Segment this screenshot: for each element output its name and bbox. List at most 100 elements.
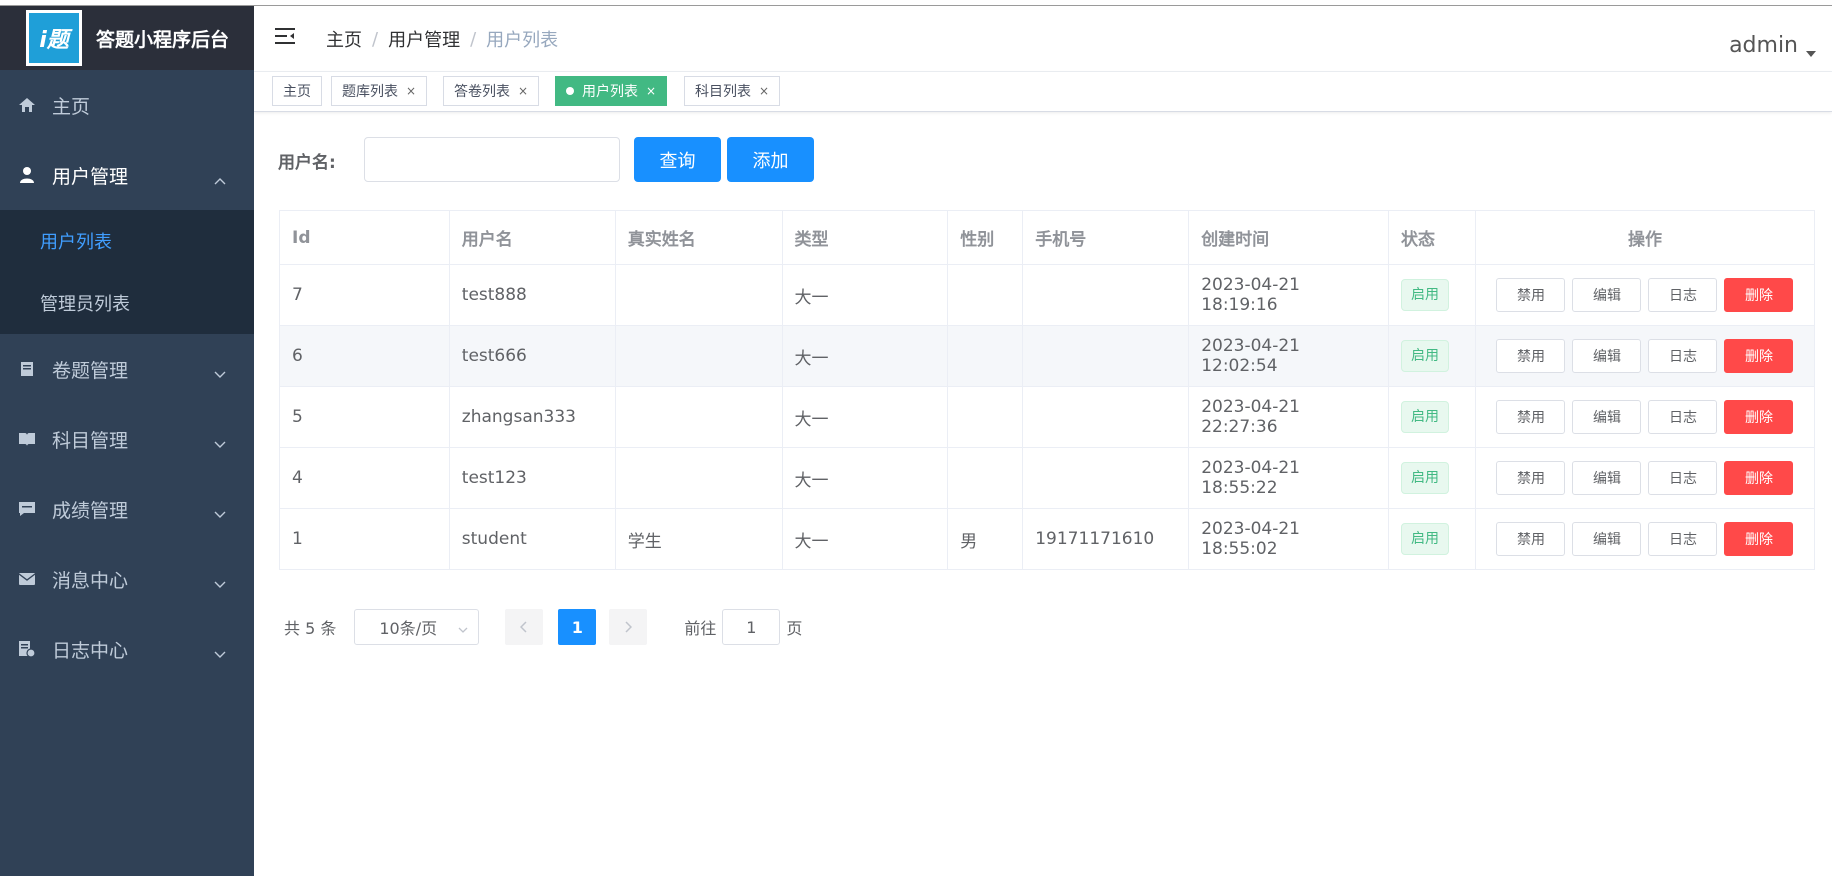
page-suffix: 页 <box>786 619 803 638</box>
log-button[interactable]: 日志 <box>1648 461 1718 495</box>
sidebar-item-paper-management[interactable]: 卷题管理 <box>0 334 254 404</box>
sidebar-item-label: 消息中心 <box>52 569 129 592</box>
sidebar-item-user-management[interactable]: 用户管理 <box>0 140 254 210</box>
cell-phone <box>1022 325 1190 387</box>
tag-answer-sheets[interactable]: 答卷列表 × <box>443 76 540 106</box>
delete-button[interactable]: 删除 <box>1724 461 1794 495</box>
cell-actions: 禁用 编辑 日志 删除 <box>1475 325 1816 387</box>
hamburger-icon[interactable] <box>274 26 296 50</box>
add-button[interactable]: 添加 <box>727 137 814 182</box>
disable-button[interactable]: 禁用 <box>1496 278 1566 312</box>
user-icon <box>16 164 38 186</box>
edit-button[interactable]: 编辑 <box>1572 339 1642 373</box>
tag-user-list[interactable]: 用户列表 × <box>555 76 668 106</box>
cell-username: test888 <box>449 264 616 326</box>
tag-home[interactable]: 主页 <box>272 76 322 106</box>
column-header-created: 创建时间 <box>1188 210 1390 265</box>
active-dot-icon <box>566 87 574 95</box>
cell-id: 7 <box>279 264 450 326</box>
edit-button[interactable]: 编辑 <box>1572 461 1642 495</box>
edit-button[interactable]: 编辑 <box>1572 278 1642 312</box>
column-header-id: Id <box>279 210 450 265</box>
pagination: 共 5 条 10条/页 1 前往 1 页 <box>284 609 802 645</box>
sidebar-item-label: 日志中心 <box>52 639 129 662</box>
sidebar-item-user-list[interactable]: 用户列表 <box>0 210 254 272</box>
chevron-down-icon <box>214 502 226 524</box>
cell-realname <box>615 386 783 448</box>
sidebar-item-home[interactable]: 主页 <box>0 70 254 140</box>
status-badge: 启用 <box>1401 340 1450 372</box>
cell-id: 6 <box>279 325 450 387</box>
query-button[interactable]: 查询 <box>634 137 721 182</box>
page-size-select[interactable]: 10条/页 <box>354 609 480 645</box>
cell-actions: 禁用 编辑 日志 删除 <box>1475 447 1816 509</box>
disable-button[interactable]: 禁用 <box>1496 522 1566 556</box>
edit-button[interactable]: 编辑 <box>1572 522 1642 556</box>
delete-button[interactable]: 删除 <box>1724 339 1794 373</box>
delete-button[interactable]: 删除 <box>1724 522 1794 556</box>
book-icon <box>16 428 38 450</box>
user-table: Id 用户名 真实姓名 类型 性别 手机号 创建时间 状态 操作 7 test8… <box>279 210 1816 570</box>
cell-status: 启用 <box>1388 264 1476 326</box>
cell-id: 1 <box>279 508 450 570</box>
table-row: 6 test666 大一 2023-04-21 12:02:54 启用 禁用 编… <box>279 325 1816 387</box>
tag-subject-list[interactable]: 科目列表 × <box>684 76 781 106</box>
tag-question-bank[interactable]: 题库列表 × <box>331 76 428 106</box>
disable-button[interactable]: 禁用 <box>1496 339 1566 373</box>
cell-realname <box>615 264 783 326</box>
edit-button[interactable]: 编辑 <box>1572 400 1642 434</box>
close-icon[interactable]: × <box>759 84 769 98</box>
cell-type: 大一 <box>782 264 949 326</box>
sidebar-item-subject-management[interactable]: 科目管理 <box>0 404 254 474</box>
prev-page-button[interactable] <box>505 609 544 645</box>
next-page-button[interactable] <box>609 609 648 645</box>
disable-button[interactable]: 禁用 <box>1496 461 1566 495</box>
page-number-current[interactable]: 1 <box>558 609 597 645</box>
sidebar-item-admin-list[interactable]: 管理员列表 <box>0 272 254 334</box>
log-button[interactable]: 日志 <box>1648 400 1718 434</box>
breadcrumb-current: 用户列表 <box>486 30 559 51</box>
user-dropdown[interactable]: admin <box>1729 28 1816 63</box>
column-header-gender: 性别 <box>947 210 1024 265</box>
cell-username: student <box>449 508 616 570</box>
status-badge: 启用 <box>1401 279 1450 311</box>
home-icon <box>16 94 38 116</box>
cell-username: test123 <box>449 447 616 509</box>
cell-actions: 禁用 编辑 日志 删除 <box>1475 508 1816 570</box>
goto-label: 前往 <box>684 619 717 638</box>
app-logo: i题 <box>26 10 82 66</box>
status-badge: 启用 <box>1401 462 1450 494</box>
delete-button[interactable]: 删除 <box>1724 400 1794 434</box>
cell-realname <box>615 325 783 387</box>
close-icon[interactable]: × <box>406 84 416 98</box>
cell-phone <box>1022 386 1190 448</box>
disable-button[interactable]: 禁用 <box>1496 400 1566 434</box>
username-search-input[interactable] <box>364 137 620 182</box>
brand[interactable]: i题 答题小程序后台 <box>0 6 254 70</box>
log-button[interactable]: 日志 <box>1648 339 1718 373</box>
table-row: 5 zhangsan333 大一 2023-04-21 22:27:36 启用 … <box>279 386 1816 448</box>
log-button[interactable]: 日志 <box>1648 278 1718 312</box>
close-icon[interactable]: × <box>518 84 528 98</box>
breadcrumb-home[interactable]: 主页 <box>326 26 362 52</box>
cell-type: 大一 <box>782 386 949 448</box>
sidebar-item-message-center[interactable]: 消息中心 <box>0 544 254 614</box>
sidebar-item-score-management[interactable]: 成绩管理 <box>0 474 254 544</box>
username: admin <box>1729 33 1798 58</box>
paper-icon <box>16 358 38 380</box>
goto-page-input[interactable]: 1 <box>722 609 781 645</box>
close-icon[interactable]: × <box>646 84 656 98</box>
log-button[interactable]: 日志 <box>1648 522 1718 556</box>
cell-actions: 禁用 编辑 日志 删除 <box>1475 264 1816 326</box>
cell-username: zhangsan333 <box>449 386 616 448</box>
breadcrumb-user-management[interactable]: 用户管理 <box>388 26 460 52</box>
chevron-up-icon <box>214 168 226 190</box>
cell-status: 启用 <box>1388 447 1476 509</box>
delete-button[interactable]: 删除 <box>1724 278 1794 312</box>
user-management-submenu: 用户列表 管理员列表 <box>0 210 254 334</box>
cell-gender <box>947 325 1024 387</box>
sidebar-item-label: 卷题管理 <box>52 359 129 382</box>
column-header-status: 状态 <box>1388 210 1476 265</box>
sidebar-item-log-center[interactable]: 日志中心 <box>0 614 254 684</box>
cell-phone: 19171171610 <box>1022 508 1190 570</box>
